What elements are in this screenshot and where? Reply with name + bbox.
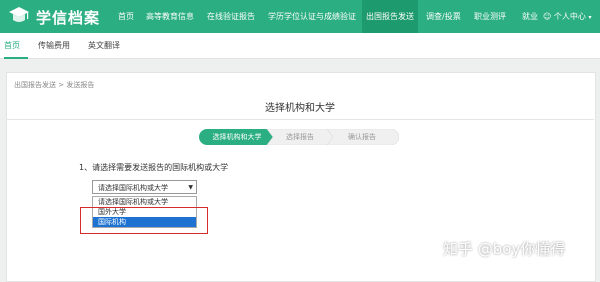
dropdown-arrow-icon: ▼ [188,184,193,191]
select-value: 请选择国际机构或大学 [98,184,168,192]
subnav-home-label: 首页 [4,41,20,50]
chevron-down-icon: ▾ [588,14,592,21]
step-3-label: 确认报告 [348,133,376,141]
nav-employment[interactable]: 就业 [518,0,542,33]
nav-home[interactable]: 首页 [114,0,138,33]
step-1-label: 选择机构和大学 [212,133,262,141]
active-underline [4,57,28,59]
page-title: 选择机构和大学 [265,103,335,114]
nav-survey-vote[interactable]: 调查/投票 [422,0,465,33]
user-icon: ☺ [543,12,552,21]
subnav-english-translation[interactable]: 英文翻译 [88,33,120,58]
sub-nav: 首页 传输费用 英文翻译 [0,33,600,59]
top-nav-bar: 学信档案 首页 高等教育信息 在线验证报告 学历学位认证与成绩验证 出国报告发送… [0,0,600,33]
breadcrumb: 出国报告发送 > 发送报告 [14,81,95,89]
institution-select[interactable]: 请选择国际机构或大学 ▼ [92,180,197,194]
nav-online-verification-report[interactable]: 在线验证报告 [203,0,259,33]
user-menu-label: 个人中心 [553,12,586,21]
nav-degree-certification[interactable]: 学历学位认证与成绩验证 [264,0,360,33]
question-label: 1、请选择需要发送报告的国际机构或大学 [79,163,229,172]
option-placeholder[interactable]: 请选择国际机构或大学 [93,197,196,207]
nav-career-assessment[interactable]: 职业测评 [470,0,510,33]
brand-name[interactable]: 学信档案 [36,7,100,28]
highlight-annotation-box [80,207,208,234]
logo-icon [9,7,29,22]
subnav-home[interactable]: 首页 [4,33,28,59]
subnav-transfer-fees[interactable]: 传输费用 [38,33,70,58]
user-menu[interactable]: ☺ 个人中心 ▾ [543,0,591,33]
title-divider [6,119,594,120]
watermark: 知乎 @boy你懂得 [443,240,566,258]
nav-overseas-report-sending[interactable]: 出国报告发送 [362,0,418,33]
nav-higher-education-info[interactable]: 高等教育信息 [142,0,198,33]
step-2-label: 选择报告 [286,133,314,141]
